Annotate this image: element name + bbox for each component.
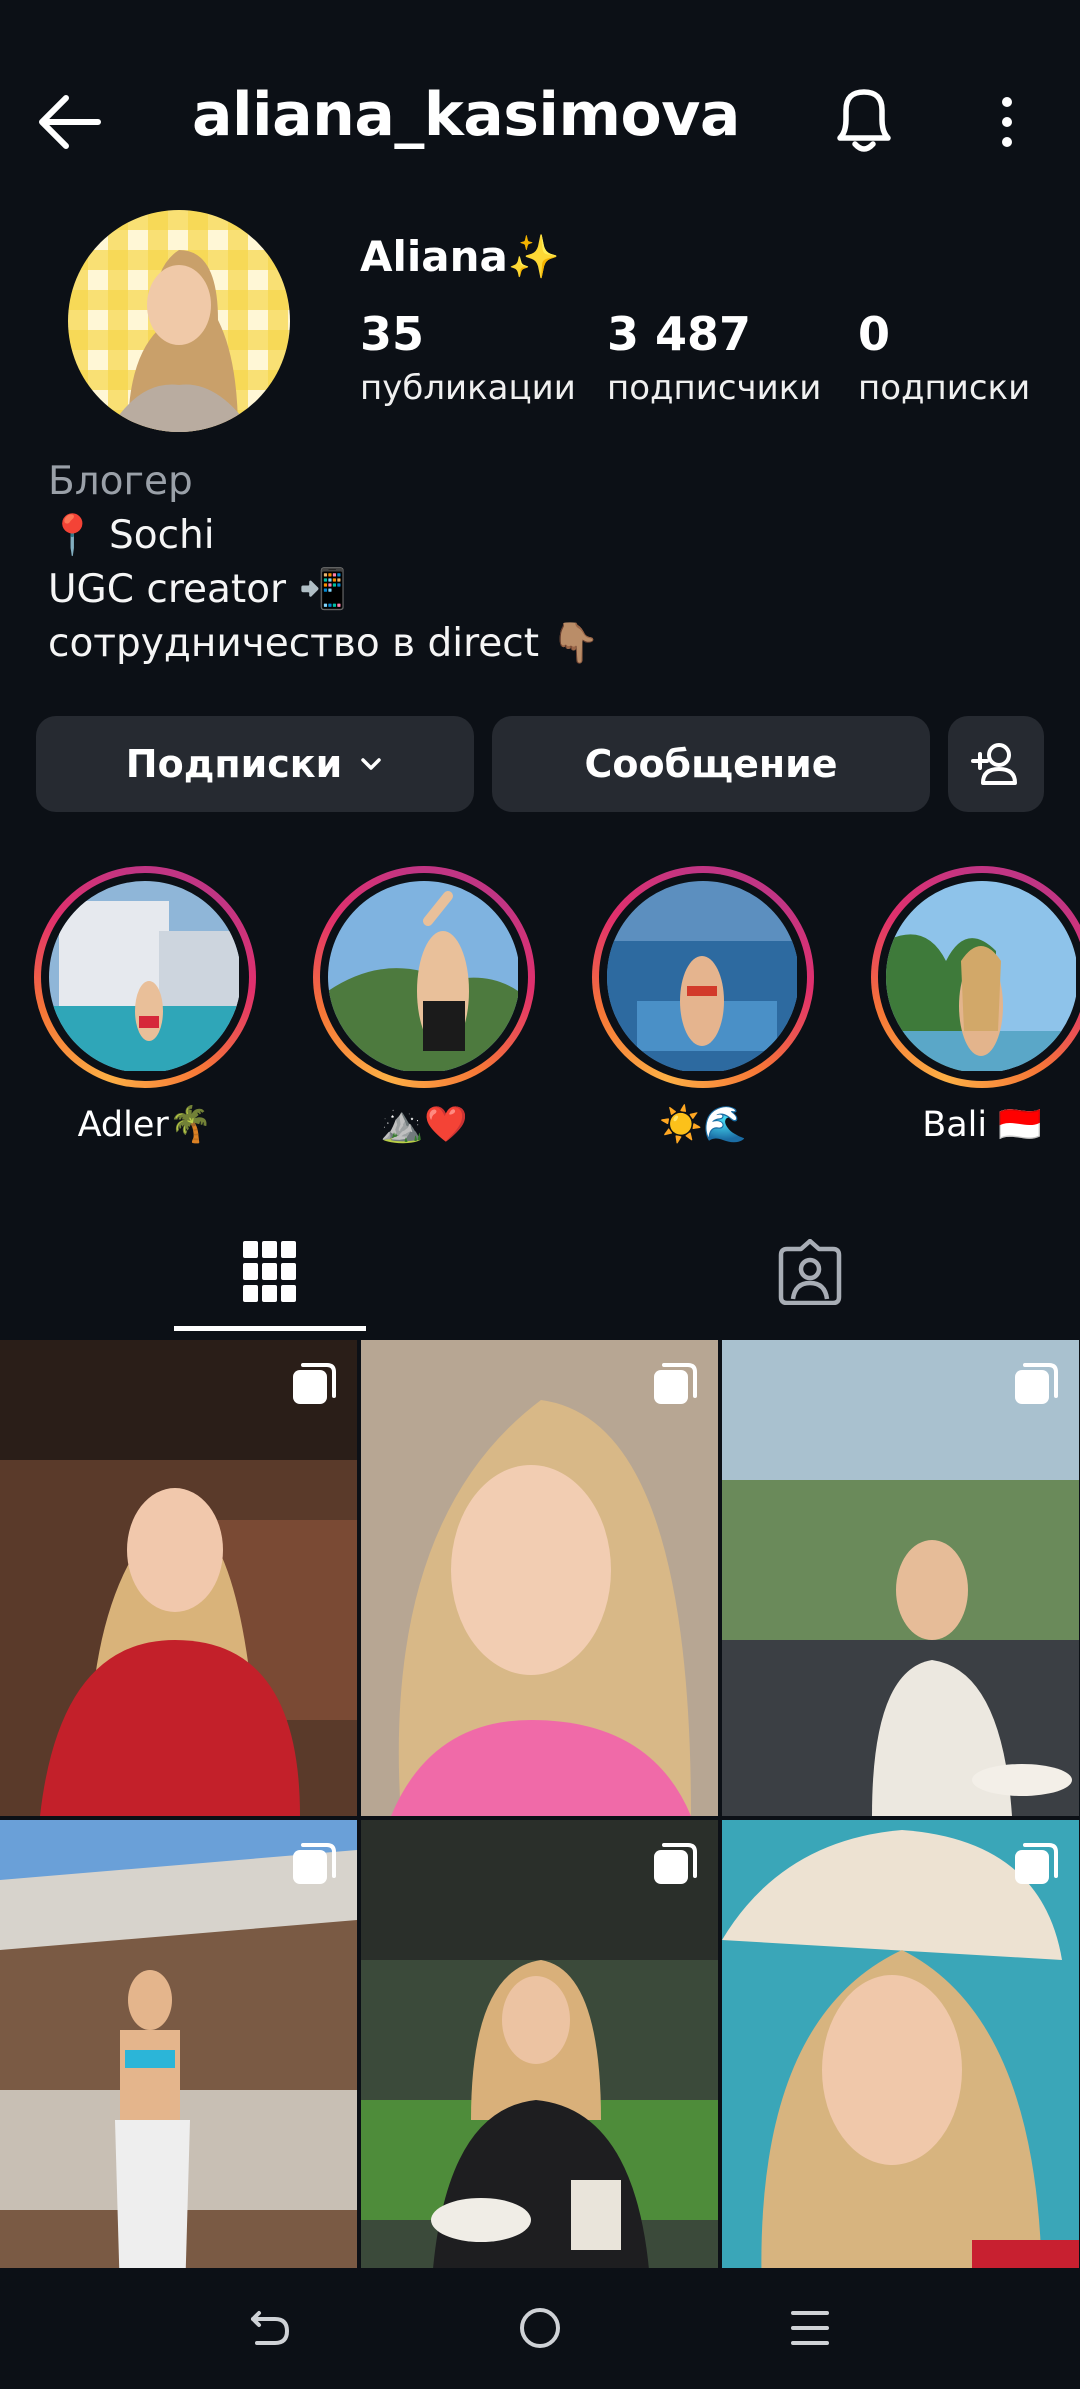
highlight-label: Adler🌴 — [77, 1105, 213, 1145]
bio-line: сотрудничество в direct 👇🏽 — [48, 621, 600, 666]
multi-post-icon — [1015, 1843, 1058, 1884]
story-highlight[interactable]: ⛰️❤️ — [313, 866, 535, 1145]
highlight-cover-image — [886, 881, 1078, 1073]
story-highlight[interactable]: Adler🌴 — [34, 866, 256, 1145]
following-count-value: 0 — [858, 307, 891, 361]
highlight-label: ⛰️❤️ — [380, 1105, 468, 1145]
nav-recents-icon — [791, 2311, 829, 2345]
nav-home-button[interactable] — [495, 2292, 585, 2364]
story-highlight[interactable]: Bali 🇮🇩 — [871, 866, 1080, 1145]
highlight-cover-image — [328, 881, 520, 1073]
story-highlight[interactable]: ☀️🌊 — [592, 866, 814, 1145]
posts-count[interactable]: 35 публикации — [360, 306, 576, 412]
followers-count-label: подписчики — [607, 368, 822, 408]
tab-grid[interactable] — [0, 1212, 540, 1332]
arrow-left-icon — [39, 95, 101, 149]
add-friend-button[interactable] — [948, 716, 1044, 812]
chevron-down-icon — [358, 742, 384, 786]
post-thumbnail[interactable] — [361, 1820, 718, 2296]
followers-count-value: 3 487 — [607, 307, 752, 361]
person-add-icon — [971, 743, 1017, 785]
multi-post-icon — [1015, 1363, 1058, 1404]
more-vertical-icon — [1002, 97, 1012, 147]
profile-tabs — [0, 1212, 1080, 1332]
bio-line: 📍 Sochi — [48, 513, 215, 558]
tab-tagged[interactable] — [540, 1212, 1080, 1332]
following-count[interactable]: 0 подписки — [858, 306, 1030, 412]
multi-post-icon — [654, 1843, 697, 1884]
bio-category: Блогер — [48, 459, 193, 504]
following-count-label: подписки — [858, 368, 1031, 408]
posts-count-label: публикации — [360, 368, 576, 408]
following-button-label: Подписки — [125, 742, 343, 786]
nav-home-icon — [520, 2308, 560, 2348]
post-thumbnail[interactable] — [722, 1820, 1079, 2296]
highlight-label: ☀️🌊 — [659, 1105, 747, 1145]
more-options-button[interactable] — [982, 88, 1032, 158]
back-button[interactable] — [34, 86, 106, 158]
profile-bio: Блогер 📍 Sochi UGC creator 📲 сотрудничес… — [48, 455, 1048, 671]
post-thumbnail[interactable] — [722, 1340, 1079, 1816]
posts-count-value: 35 — [360, 307, 425, 361]
multi-post-icon — [654, 1363, 697, 1404]
profile-avatar[interactable] — [68, 210, 290, 432]
grid-icon — [243, 1241, 296, 1302]
highlight-cover-image — [49, 881, 241, 1073]
message-button[interactable]: Сообщение — [492, 716, 930, 812]
multi-post-icon — [293, 1843, 336, 1884]
system-navigation-bar — [0, 2268, 1080, 2389]
nav-back-icon — [251, 2311, 290, 2345]
multi-post-icon — [293, 1363, 336, 1404]
bell-icon — [837, 89, 891, 152]
tagged-person-icon — [778, 1239, 842, 1305]
bio-line: UGC creator 📲 — [48, 567, 348, 612]
following-button[interactable]: Подписки — [36, 716, 474, 812]
notifications-button[interactable] — [826, 80, 902, 160]
post-thumbnail[interactable] — [361, 1340, 718, 1816]
display-name: Aliana✨ — [360, 232, 561, 281]
post-thumbnail[interactable] — [0, 1820, 357, 2296]
post-thumbnail[interactable] — [0, 1340, 357, 1816]
message-button-label: Сообщение — [584, 742, 838, 786]
username-title: aliana_kasimova — [192, 80, 740, 150]
highlight-cover-image — [607, 881, 799, 1073]
followers-count[interactable]: 3 487 подписчики — [607, 306, 821, 412]
highlight-label: Bali 🇮🇩 — [922, 1105, 1042, 1145]
profile-header: aliana_kasimova — [0, 0, 1080, 230]
nav-recents-button[interactable] — [765, 2292, 855, 2364]
nav-back-button[interactable] — [225, 2292, 315, 2364]
active-tab-indicator — [174, 1326, 366, 1331]
